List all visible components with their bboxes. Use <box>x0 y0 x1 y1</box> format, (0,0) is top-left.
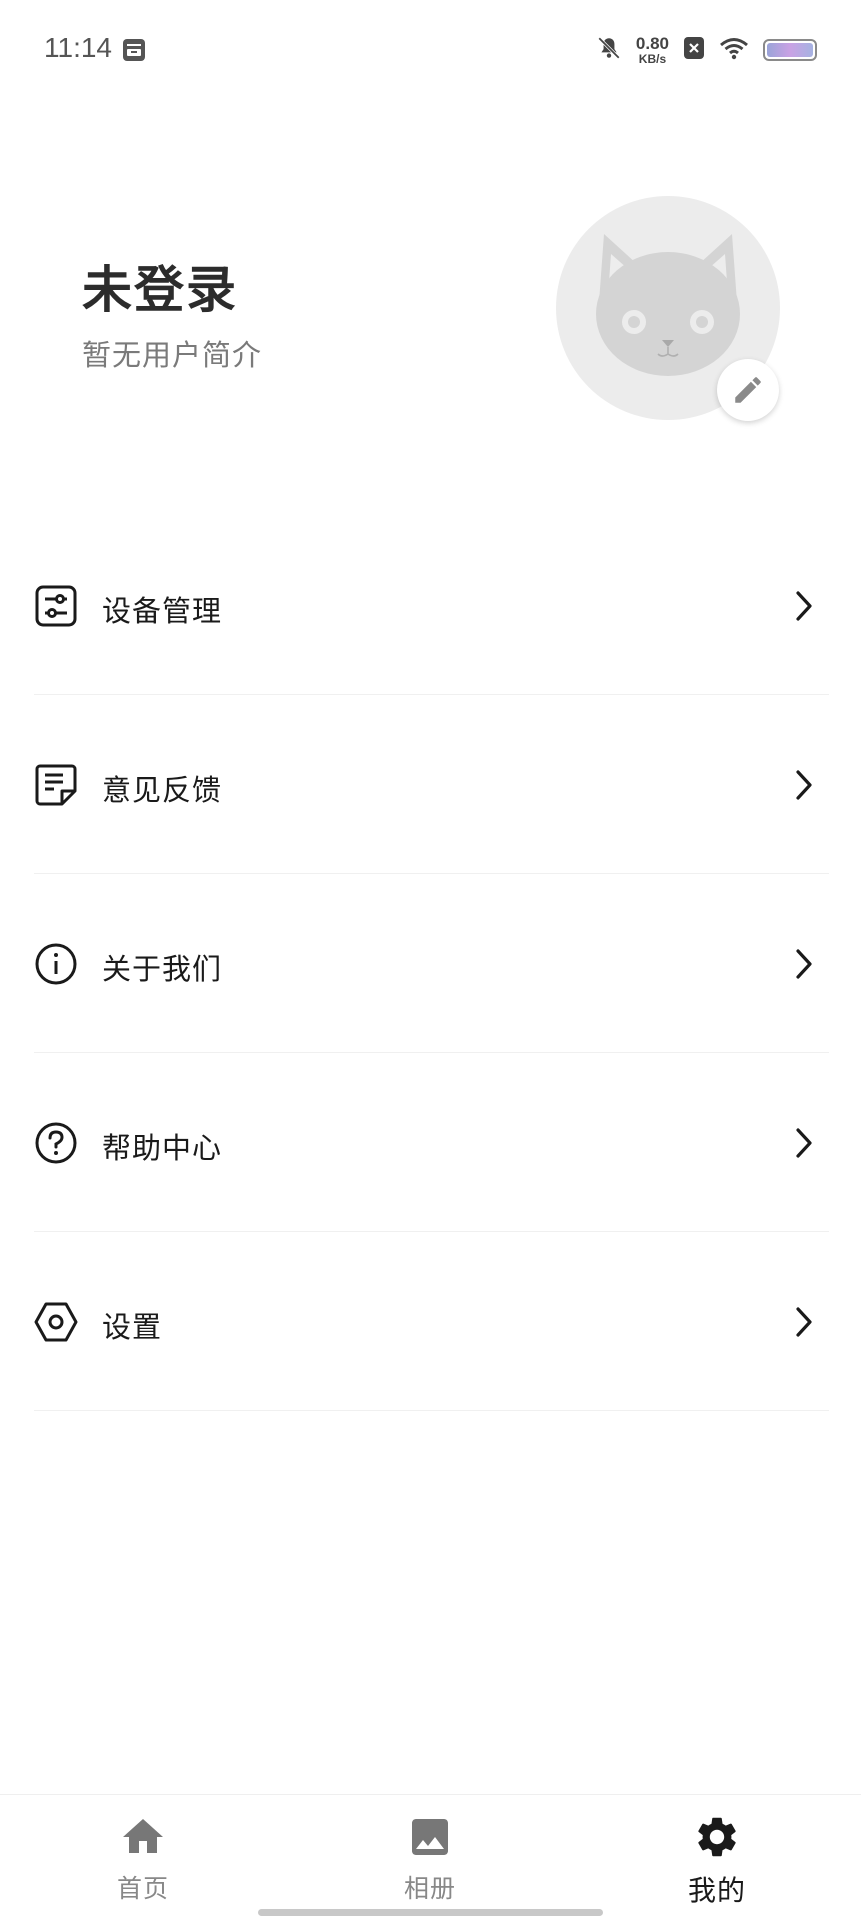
menu-item-about-us[interactable]: 关于我们 <box>0 874 861 1053</box>
nav-tab-home[interactable]: 首页 <box>63 1813 223 1905</box>
info-circle-icon <box>34 942 78 986</box>
net-speed-value: 0.80 <box>635 34 669 53</box>
divider <box>34 1410 829 1411</box>
image-icon <box>406 1813 454 1861</box>
wifi-icon <box>719 36 749 64</box>
menu-item-feedback[interactable]: 意见反馈 <box>0 695 861 874</box>
nav-label: 我的 <box>687 1874 746 1907</box>
profile-name[interactable]: 未登录 <box>82 250 238 322</box>
bottom-nav: 首页 相册 我的 <box>0 1794 861 1920</box>
home-icon <box>119 1813 167 1861</box>
menu-item-label: 设备管理 <box>102 594 223 628</box>
home-indicator[interactable] <box>258 1909 603 1916</box>
nav-label: 首页 <box>116 1874 169 1903</box>
feedback-document-icon <box>34 763 78 807</box>
menu-item-label: 设置 <box>102 1310 163 1344</box>
chevron-right-icon <box>789 1126 819 1160</box>
nav-tab-mine[interactable]: 我的 <box>637 1813 797 1909</box>
sim-off-icon <box>683 36 705 64</box>
chevron-right-icon <box>789 768 819 802</box>
menu-item-help-center[interactable]: 帮助中心 <box>0 1053 861 1232</box>
menu-item-label: 关于我们 <box>102 952 223 986</box>
nav-label: 相册 <box>403 1874 456 1903</box>
menu-item-settings[interactable]: 设置 <box>0 1232 861 1411</box>
hexagon-settings-icon <box>34 1300 78 1344</box>
menu-list: 设备管理 意见反馈 关于我们 帮助中心 设置 <box>0 516 861 1411</box>
status-bar: 11:14 0.80 KB/s <box>0 0 861 100</box>
pencil-icon <box>735 377 761 403</box>
status-indicators: 0.80 KB/s <box>596 30 817 70</box>
menu-item-label: 意见反馈 <box>102 773 223 807</box>
bell-muted-icon <box>596 35 622 65</box>
sliders-icon <box>34 584 78 628</box>
net-speed: 0.80 KB/s <box>636 35 669 65</box>
battery-icon <box>763 39 817 61</box>
chevron-right-icon <box>789 947 819 981</box>
profile-bio: 暂无用户简介 <box>82 338 263 372</box>
chevron-right-icon <box>789 589 819 623</box>
menu-item-device-management[interactable]: 设备管理 <box>0 516 861 695</box>
question-circle-icon <box>34 1121 78 1165</box>
nav-tab-album[interactable]: 相册 <box>350 1813 510 1905</box>
calendar-icon <box>122 38 146 62</box>
chevron-right-icon <box>789 1305 819 1339</box>
status-time: 11:14 <box>44 32 112 63</box>
edit-avatar-button[interactable] <box>717 359 779 421</box>
menu-item-label: 帮助中心 <box>102 1131 223 1165</box>
gear-icon <box>693 1813 741 1861</box>
net-speed-unit: KB/s <box>638 52 667 66</box>
